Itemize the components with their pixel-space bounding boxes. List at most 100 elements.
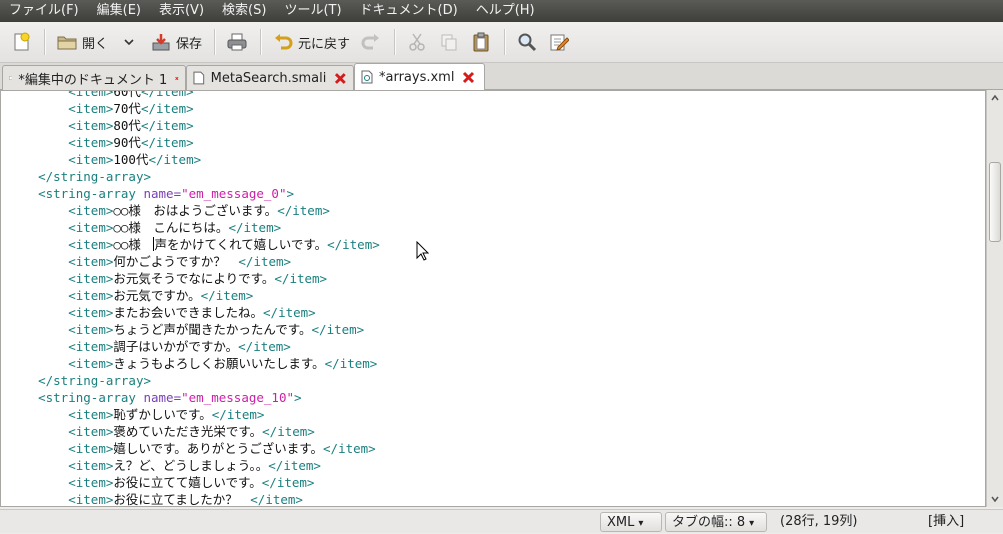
code-line[interactable]: </string-array> xyxy=(8,372,380,389)
close-icon[interactable] xyxy=(334,72,347,85)
new-button[interactable] xyxy=(6,26,36,58)
code-view[interactable]: <item>60代</item> <item>70代</item> <item>… xyxy=(1,91,380,507)
xml-tag: <item> xyxy=(68,424,114,439)
menu-edit[interactable]: 編集(E) xyxy=(88,0,150,22)
separator xyxy=(394,29,397,55)
paste-button[interactable] xyxy=(466,26,496,58)
xml-tag: <item> xyxy=(68,458,114,473)
redo-icon xyxy=(360,31,382,53)
print-button[interactable] xyxy=(222,26,252,58)
undo-button[interactable]: 元に戻す xyxy=(268,26,354,58)
code-line[interactable]: </string-array> xyxy=(8,168,380,185)
xml-tag: <item> xyxy=(68,101,114,116)
save-label: 保存 xyxy=(176,36,203,52)
xml-attribute-value: "em_message_10" xyxy=(181,390,294,405)
redo-button[interactable] xyxy=(356,26,386,58)
code-line[interactable]: <item>90代</item> xyxy=(8,134,380,151)
code-line[interactable]: <item>○○様 こんにちは。</item> xyxy=(8,219,380,236)
code-line[interactable]: <item>お役に立てましたか？ </item> xyxy=(8,491,380,507)
menu-tools[interactable]: ツール(T) xyxy=(275,0,350,22)
find-button[interactable] xyxy=(512,26,542,58)
chevron-down-icon xyxy=(118,31,140,53)
item-text: 何かごようですか？ xyxy=(113,254,239,269)
open-recent-dropdown[interactable] xyxy=(114,26,144,58)
menu-file[interactable]: ファイル(F) xyxy=(0,0,88,22)
code-line[interactable]: <item>ちょうど声が聞きたかったんです。</item> xyxy=(8,321,380,338)
xml-tag: > xyxy=(286,186,294,201)
item-text: ○○様 おはようございます。 xyxy=(113,203,278,218)
code-line[interactable]: <item>お元気そうでなによりです。</item> xyxy=(8,270,380,287)
code-line[interactable]: <item>何かごようですか？ </item> xyxy=(8,253,380,270)
tab-metasearch-smali[interactable]: MetaSearch.smali xyxy=(186,65,354,90)
status-bar: XML ▾ タブの幅:: 8 ▾ (28行, 19列) [挿入] xyxy=(0,509,1003,533)
menu-view[interactable]: 表示(V) xyxy=(150,0,213,22)
xml-tag: </item> xyxy=(238,254,292,269)
code-line[interactable]: <item>○○様 おはようございます。</item> xyxy=(8,202,380,219)
xml-tag: </item> xyxy=(211,407,265,422)
code-line[interactable]: <item>お役に立てて嬉しいです。</item> xyxy=(8,474,380,491)
xml-tag: <item> xyxy=(68,407,114,422)
xml-tag: </item> xyxy=(277,203,330,218)
copy-button[interactable] xyxy=(434,26,464,58)
cursor-position: (28行, 19列) xyxy=(780,514,858,529)
text-editor[interactable]: <item>60代</item> <item>70代</item> <item>… xyxy=(0,90,986,507)
code-line[interactable]: <item>70代</item> xyxy=(8,100,380,117)
code-line[interactable]: <item>嬉しいです。ありがとうございます。</item> xyxy=(8,440,380,457)
cut-button[interactable] xyxy=(402,26,432,58)
save-button[interactable]: 保存 xyxy=(146,26,206,58)
code-line[interactable]: <item>恥ずかしいです。</item> xyxy=(8,406,380,423)
language-selector[interactable]: XML ▾ xyxy=(600,512,662,532)
item-text: 声をかけてくれて嬉しいです。 xyxy=(154,237,328,252)
xml-tag: </item> xyxy=(238,339,291,354)
code-line[interactable]: <item>きょうもよろしくお願いいたします。</item> xyxy=(8,355,380,372)
tab-width-selector[interactable]: タブの幅:: 8 ▾ xyxy=(665,512,767,532)
xml-tag: <item> xyxy=(68,475,114,490)
xml-tag: <item> xyxy=(68,237,114,252)
item-text: 80代 xyxy=(113,118,141,133)
code-line[interactable]: <item>お元気ですか。</item> xyxy=(8,287,380,304)
code-line[interactable]: <string-array name="em_message_10"> xyxy=(8,389,380,406)
code-line[interactable]: <item>80代</item> xyxy=(8,117,380,134)
scroll-up-arrow-icon[interactable] xyxy=(990,93,1000,103)
code-line[interactable]: <string-array name="em_message_0"> xyxy=(8,185,380,202)
menu-search[interactable]: 検索(S) xyxy=(213,0,275,22)
scroll-down-arrow-icon[interactable] xyxy=(990,494,1000,504)
scrollbar-thumb[interactable] xyxy=(989,162,1001,242)
clipboard-icon xyxy=(470,31,492,53)
code-line[interactable]: <item>60代</item> xyxy=(8,91,380,100)
toolbar: 開く 保存 元に戻す xyxy=(0,22,1003,63)
tab-untitled-document[interactable]: *編集中のドキュメント 1 xyxy=(2,65,186,90)
tab-arrays-xml[interactable]: *arrays.xml xyxy=(354,63,485,90)
item-text: ○○様 xyxy=(113,237,154,252)
code-line[interactable]: <item>またお会いできましたね。</item> xyxy=(8,304,380,321)
close-icon[interactable] xyxy=(175,72,179,85)
xml-tag: </string-array> xyxy=(38,169,151,184)
xml-tag: </item> xyxy=(311,322,365,337)
xml-tag: > xyxy=(294,390,302,405)
xml-tag: <item> xyxy=(68,118,114,133)
replace-button[interactable] xyxy=(544,26,574,58)
code-line[interactable]: <item>調子はいかがですか。</item> xyxy=(8,338,380,355)
menu-documents[interactable]: ドキュメント(D) xyxy=(351,0,467,22)
code-line[interactable]: <item>え？ど、どうしましょう。。</item> xyxy=(8,457,380,474)
vertical-scrollbar[interactable] xyxy=(986,90,1003,507)
close-icon[interactable] xyxy=(462,71,475,84)
chevron-down-icon: ▾ xyxy=(638,518,644,529)
item-text: 恥ずかしいです。 xyxy=(113,407,212,422)
menu-help[interactable]: ヘルプ(H) xyxy=(467,0,544,22)
code-line[interactable]: <item>100代</item> xyxy=(8,151,380,168)
xml-tag: <item> xyxy=(68,322,114,337)
code-line[interactable]: <item>○○様 声をかけてくれて嬉しいです。</item> xyxy=(8,236,380,253)
tab-bar: *編集中のドキュメント 1 MetaSearch.smali *arrays.x… xyxy=(0,63,1003,90)
open-button[interactable]: 開く xyxy=(52,26,112,58)
xml-tag: </item> xyxy=(274,271,328,286)
item-text: お元気そうでなによりです。 xyxy=(113,271,275,286)
xml-tag: <item> xyxy=(68,492,114,507)
code-line[interactable]: <item>褒めていただき光栄です。</item> xyxy=(8,423,380,440)
item-text: またお会いできましたね。 xyxy=(113,305,264,320)
